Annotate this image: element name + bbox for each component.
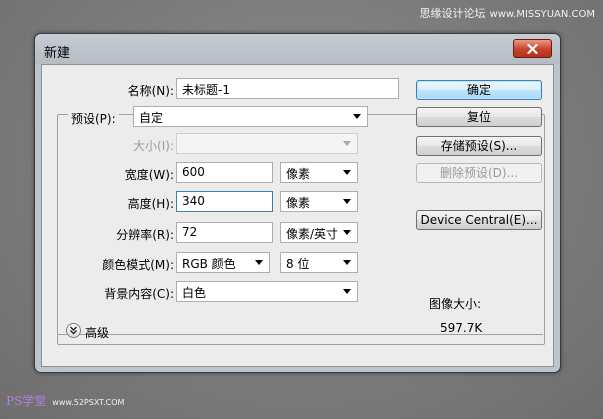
height-unit-value: 像素	[286, 196, 311, 210]
dialog-body: 名称(N): 未标题-1 预设(P): 自定 大小(I): 宽度(W): 600…	[41, 64, 554, 367]
chevron-down-icon	[343, 199, 351, 204]
chevron-down-icon	[343, 141, 351, 146]
width-input[interactable]: 600	[176, 162, 273, 183]
close-button[interactable]	[513, 39, 552, 58]
save-preset-button[interactable]: 存储预设(S)...	[416, 136, 542, 156]
device-central-button[interactable]: Device Central(E)...	[416, 210, 542, 230]
color-mode-label: 颜色模式(M):	[102, 258, 174, 272]
color-mode-value: RGB 颜色	[182, 257, 236, 271]
width-unit-select[interactable]: 像素	[280, 162, 358, 183]
reset-button[interactable]: 复位	[416, 107, 542, 127]
resolution-unit-value: 像素/英寸	[286, 227, 339, 241]
color-mode-select[interactable]: RGB 颜色	[176, 252, 270, 273]
watermark-top-site: www.MISSYUAN.COM	[489, 9, 595, 20]
resolution-unit-select[interactable]: 像素/英寸	[280, 222, 358, 243]
chevron-down-icon	[353, 114, 361, 119]
height-input[interactable]: 340	[176, 191, 273, 212]
height-label: 高度(H):	[127, 197, 174, 211]
name-label: 名称(N):	[127, 84, 174, 98]
watermark-bottom-site: www.52PSXT.COM	[52, 398, 125, 407]
chevron-down-icon	[343, 170, 351, 175]
preset-select-value: 自定	[139, 111, 164, 125]
watermark-top-text: 思缘设计论坛	[419, 7, 486, 20]
advanced-toggle-button[interactable]	[66, 323, 81, 338]
resolution-label: 分辨率(R):	[116, 228, 174, 242]
close-icon	[527, 43, 538, 54]
double-chevron-down-icon	[70, 326, 77, 335]
chevron-down-icon	[343, 289, 351, 294]
ok-button[interactable]: 确定	[416, 80, 542, 100]
chevron-down-icon	[255, 260, 263, 265]
chevron-down-icon	[343, 260, 351, 265]
preset-select[interactable]: 自定	[133, 106, 368, 127]
image-size-label: 图像大小:	[429, 297, 482, 311]
width-unit-value: 像素	[286, 167, 311, 181]
chevron-down-icon	[343, 230, 351, 235]
image-size-value: 597.7K	[440, 321, 483, 335]
bit-depth-value: 8 位	[286, 257, 310, 271]
background-value: 白色	[182, 286, 207, 300]
dialog-title: 新建	[44, 46, 71, 61]
dialog-titlebar[interactable]: 新建	[35, 34, 560, 64]
advanced-label[interactable]: 高级	[85, 324, 109, 341]
delete-preset-button[interactable]: 删除预设(D)...	[416, 163, 542, 183]
watermark-bottom: PS学堂 www.52PSXT.COM	[6, 392, 124, 409]
watermark-top: 思缘设计论坛 www.MISSYUAN.COM	[420, 5, 595, 21]
background-label: 背景内容(C):	[104, 287, 174, 301]
resolution-input[interactable]: 72	[176, 222, 273, 243]
name-input[interactable]: 未标题-1	[176, 78, 399, 99]
new-document-dialog: 新建 名称(N): 未标题-1 预设(P): 自定 大小(I): 宽度(W): …	[34, 33, 561, 373]
width-label: 宽度(W):	[124, 168, 174, 182]
preset-label: 预设(P):	[68, 110, 119, 127]
size-select[interactable]	[176, 133, 358, 154]
size-label: 大小(I):	[133, 139, 174, 153]
watermark-brand: PS学堂	[6, 394, 47, 408]
height-unit-select[interactable]: 像素	[280, 191, 358, 212]
background-select[interactable]: 白色	[176, 281, 358, 302]
bit-depth-select[interactable]: 8 位	[280, 252, 358, 273]
